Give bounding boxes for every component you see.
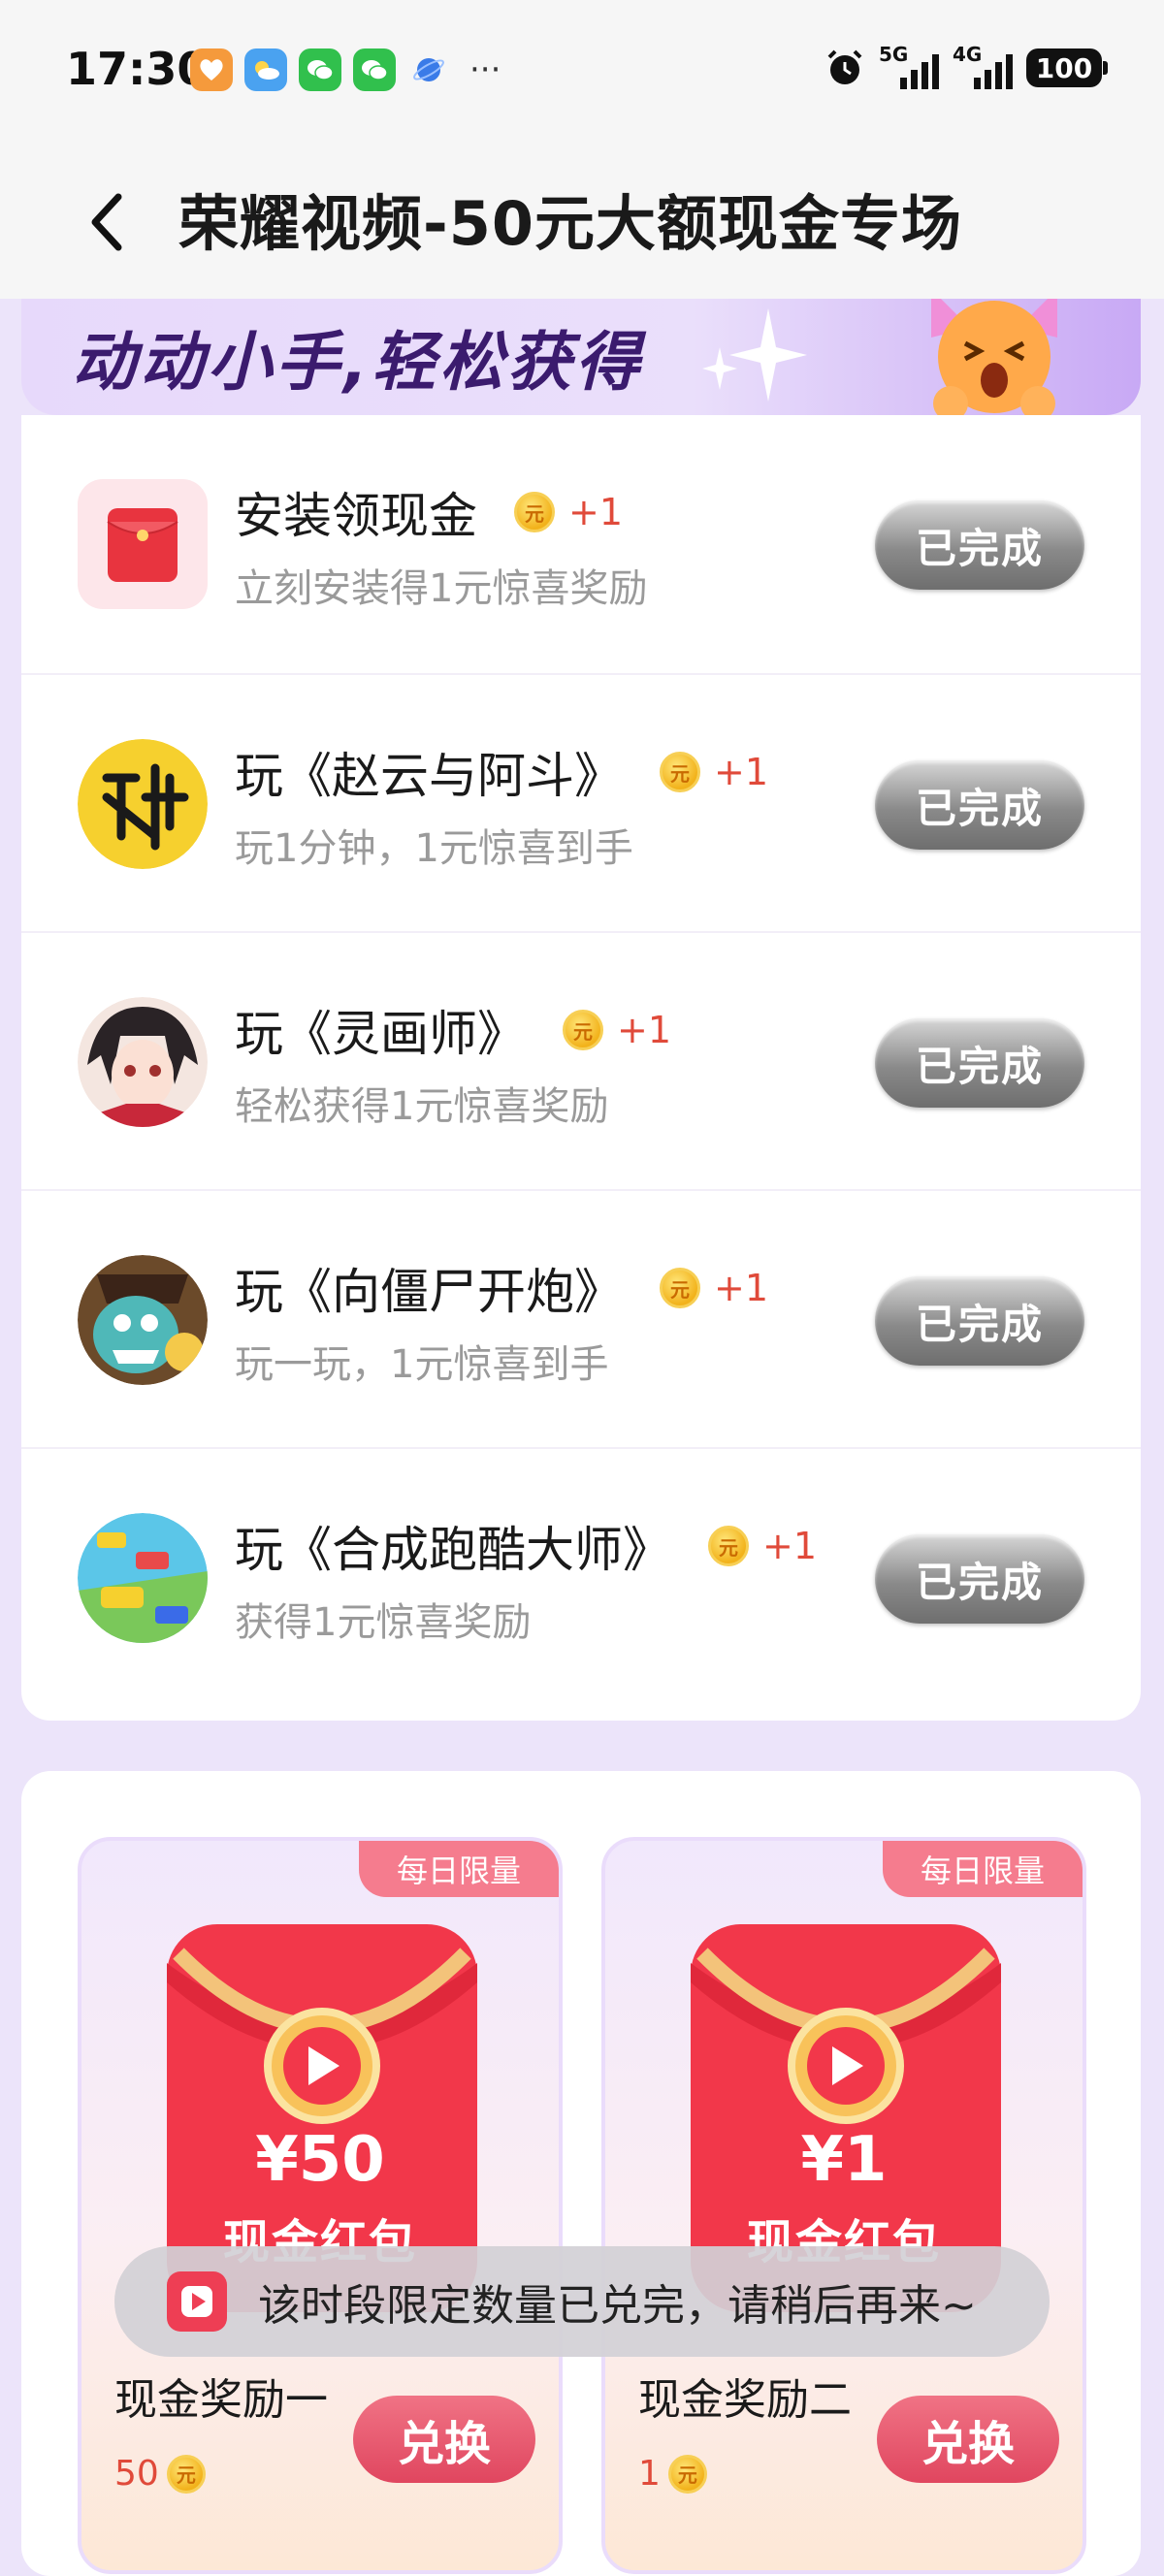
reward-card[interactable]: 每日限量 ¥50 现金红包 现金奖励一 50 元 兑换	[78, 1837, 563, 2574]
task-reward: +1	[617, 1009, 672, 1051]
task-title: 玩《赵云与阿斗》 元 +1	[235, 737, 768, 807]
game-parkour-icon	[78, 1513, 208, 1643]
reward-price-value: 1	[638, 2454, 661, 2494]
reward-name: 现金奖励二	[638, 2375, 852, 2425]
task-reward: +1	[714, 751, 769, 793]
reward-price: 1 元	[638, 2454, 707, 2494]
chevron-left-icon	[91, 193, 122, 251]
wechat-icon-2	[353, 48, 396, 91]
task-title-text: 玩《灵画师》	[235, 1006, 526, 1062]
task-title-text: 玩《向僵尸开炮》	[235, 1264, 623, 1320]
task-title-text: 玩《合成跑酷大师》	[235, 1522, 671, 1578]
completed-button[interactable]: 已完成	[875, 1534, 1084, 1624]
alarm-icon	[827, 49, 862, 84]
notification-icons: ···	[190, 48, 501, 91]
task-reward: +1	[762, 1525, 818, 1567]
task-subtitle: 玩一玩，1元惊喜到手	[235, 1342, 609, 1387]
signal-4g-icon: 4G	[953, 43, 1013, 89]
completed-button[interactable]: 已完成	[875, 1276, 1084, 1366]
coin-icon: 元	[563, 1010, 603, 1050]
toast-message: 该时段限定数量已兑完，请稍后再来~	[114, 2246, 1050, 2357]
completed-button[interactable]: 已完成	[875, 500, 1084, 590]
tasks-banner: 动动小手,轻松获得	[21, 299, 1141, 415]
task-title: 安装领现金 元 +1	[235, 477, 623, 547]
task-reward: +1	[568, 491, 624, 533]
task-title-text: 玩《赵云与阿斗》	[235, 748, 623, 804]
status-bar: 17:30 ··· 5G 4G 100	[0, 0, 1164, 145]
redeem-button[interactable]: 兑换	[353, 2396, 535, 2483]
task-title: 玩《灵画师》 元 +1	[235, 995, 671, 1065]
game-linghuashi-icon	[78, 997, 208, 1127]
task-item: 玩《赵云与阿斗》 元 +1 玩1分钟，1元惊喜到手 已完成	[21, 673, 1141, 933]
task-title: 玩《向僵尸开炮》 元 +1	[235, 1253, 768, 1323]
task-list: 安装领现金 元 +1 立刻安装得1元惊喜奖励 已完成 玩《赵云与阿斗》 元 +1…	[21, 415, 1141, 1721]
coin-icon: 元	[514, 492, 555, 532]
coin-icon: 元	[660, 1268, 700, 1308]
reward-name: 现金奖励一	[114, 2375, 328, 2425]
coin-icon: 元	[660, 752, 700, 792]
battery-indicator: 100	[1026, 48, 1108, 87]
task-reward: +1	[714, 1267, 769, 1309]
back-button[interactable]	[87, 178, 146, 266]
game-zhaoyun-icon	[78, 739, 208, 869]
video-play-icon	[167, 2271, 227, 2332]
packet-amount: ¥50	[255, 2124, 385, 2196]
task-title-text: 安装领现金	[235, 488, 477, 544]
task-item: 玩《向僵尸开炮》 元 +1 玩一玩，1元惊喜到手 已完成	[21, 1189, 1141, 1449]
reward-price: 50 元	[114, 2454, 206, 2494]
daily-limit-badge: 每日限量	[883, 1841, 1083, 1897]
sparkle-icon	[702, 308, 807, 402]
weather-app-icon	[244, 48, 287, 91]
system-status: 5G 4G 100	[824, 43, 1108, 89]
heart-app-icon	[190, 48, 233, 91]
wechat-icon	[299, 48, 341, 91]
task-title: 玩《合成跑酷大师》 元 +1	[235, 1511, 817, 1581]
reward-price-value: 50	[114, 2454, 159, 2494]
red-envelope-icon	[78, 479, 208, 609]
completed-button[interactable]: 已完成	[875, 1018, 1084, 1108]
daily-limit-badge: 每日限量	[359, 1841, 559, 1897]
banner-title: 动动小手,轻松获得	[72, 325, 644, 400]
task-subtitle: 轻松获得1元惊喜奖励	[235, 1084, 609, 1129]
page-title: 荣耀视频-50元大额现金专场	[178, 188, 963, 259]
task-item: 玩《合成跑酷大师》 元 +1 获得1元惊喜奖励 已完成	[21, 1447, 1141, 1707]
task-subtitle: 玩1分钟，1元惊喜到手	[235, 826, 633, 871]
status-time: 17:30	[66, 43, 209, 95]
planet-app-icon	[407, 48, 450, 91]
rewards-section: 每日限量 ¥50 现金红包 现金奖励一 50 元 兑换 每日限量 ¥1 现金红包…	[21, 1771, 1141, 2576]
task-subtitle: 获得1元惊喜奖励	[235, 1600, 532, 1645]
toast-text: 该时段限定数量已兑完，请稍后再来~	[258, 2281, 977, 2331]
reward-card[interactable]: 每日限量 ¥1 现金红包 现金奖励二 1 元 兑换	[601, 1837, 1086, 2574]
coin-icon: 元	[166, 2454, 206, 2494]
completed-button[interactable]: 已完成	[875, 760, 1084, 850]
signal-5g-icon: 5G	[879, 43, 939, 89]
app-header: 荣耀视频-50元大额现金专场	[0, 145, 1164, 299]
task-item: 玩《灵画师》 元 +1 轻松获得1元惊喜奖励 已完成	[21, 931, 1141, 1191]
redeem-button[interactable]: 兑换	[877, 2396, 1059, 2483]
coin-icon: 元	[708, 1526, 749, 1566]
packet-amount: ¥1	[800, 2124, 888, 2196]
task-subtitle: 立刻安装得1元惊喜奖励	[235, 566, 648, 611]
mascot-icon	[931, 299, 1057, 415]
task-item: 安装领现金 元 +1 立刻安装得1元惊喜奖励 已完成	[21, 415, 1141, 673]
game-zombie-cannon-icon	[78, 1255, 208, 1385]
more-notifications-icon: ···	[469, 50, 501, 89]
coin-icon: 元	[667, 2454, 707, 2494]
